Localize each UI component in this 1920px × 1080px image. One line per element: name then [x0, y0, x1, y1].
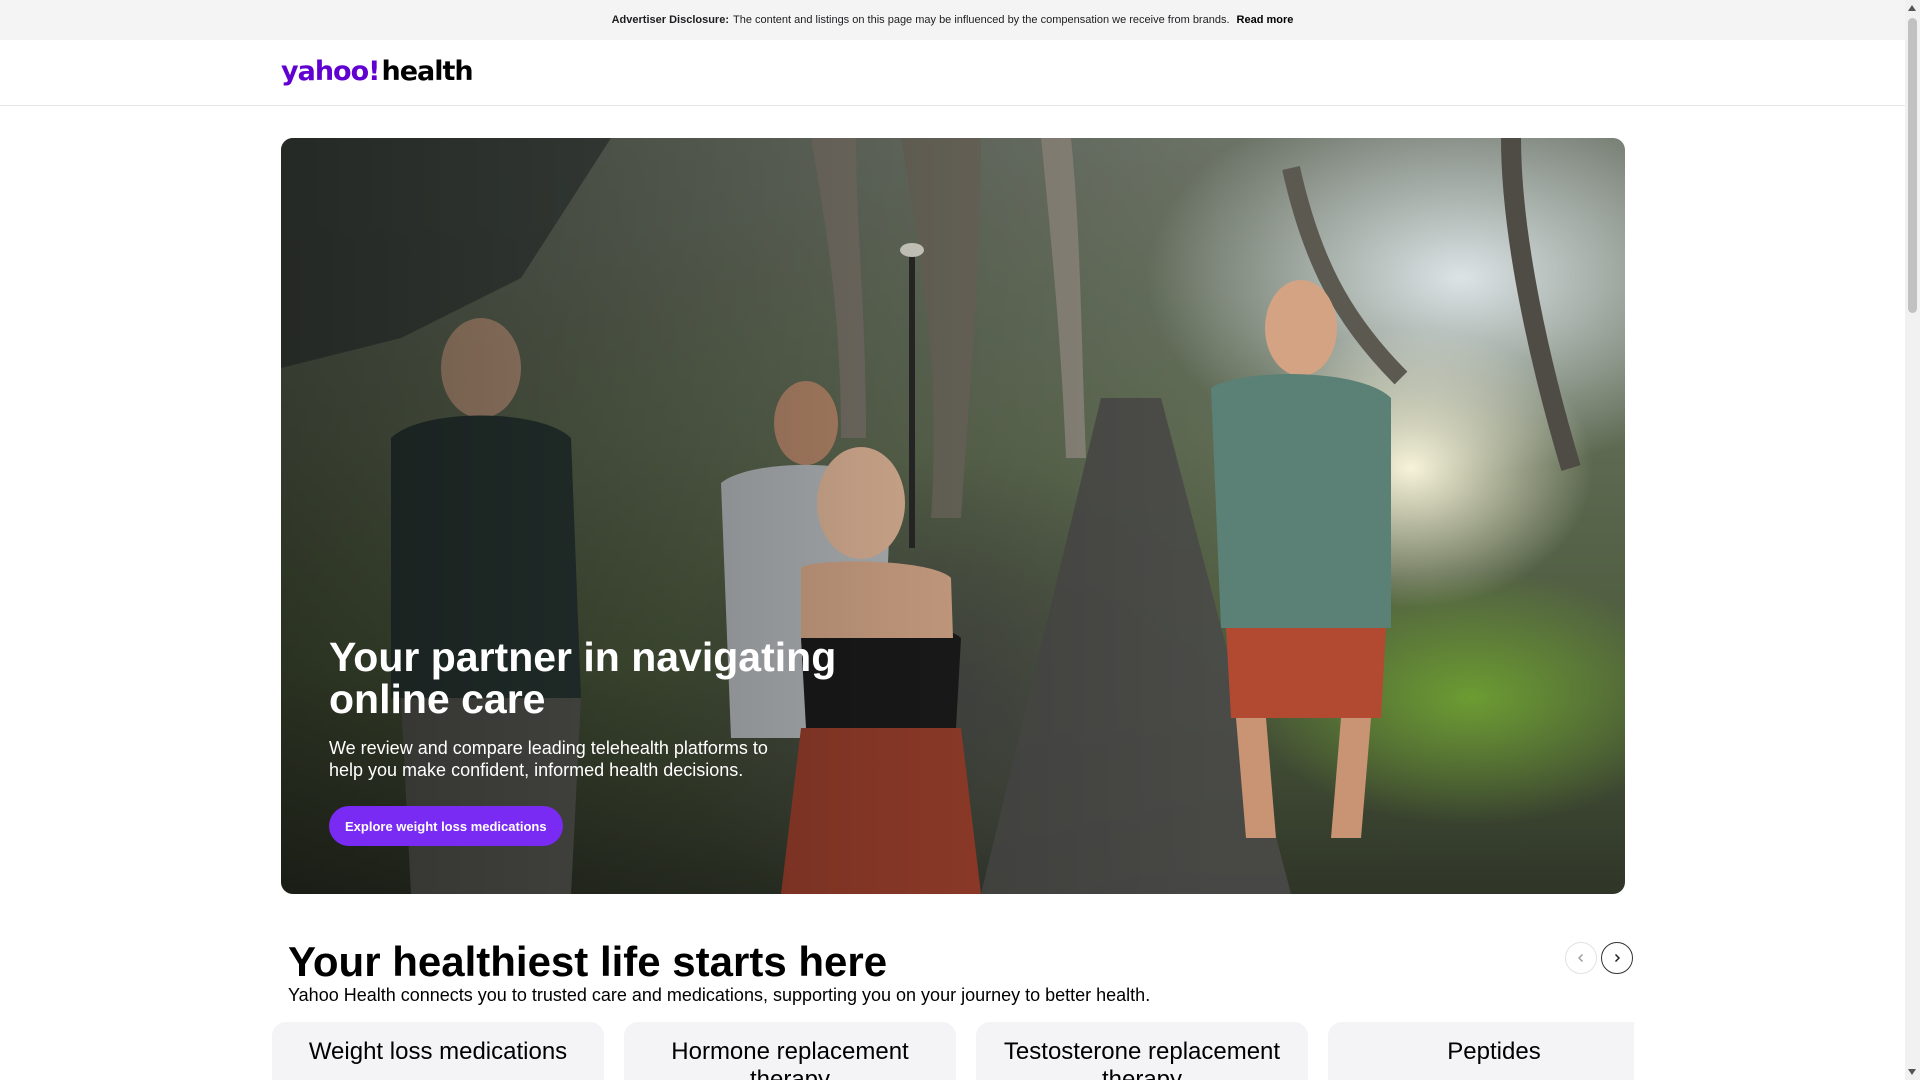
advertiser-disclosure-bar: Advertiser Disclosure: The content and l…	[0, 0, 1905, 40]
logo-section: health	[381, 56, 473, 87]
carousel-prev-button[interactable]	[1565, 942, 1597, 974]
card-label: Hormone replacement therapy	[671, 1038, 909, 1080]
scrollbar-thumb[interactable]	[1908, 18, 1917, 313]
card-label: Peptides	[1447, 1038, 1541, 1065]
hero-title: Your partner in navigating online care	[329, 634, 837, 722]
category-card-testosterone[interactable]: Testosterone replacement therapy	[976, 1022, 1308, 1080]
logo-brand: yahoo!	[281, 56, 380, 87]
section-title: Your healthiest life starts here	[288, 938, 888, 985]
yahoo-health-logo[interactable]: yahoo! health	[281, 56, 474, 90]
chevron-left-icon	[1578, 954, 1583, 962]
card-label: Testosterone replacement therapy	[1003, 1038, 1281, 1080]
carousel-next-button[interactable]	[1601, 942, 1633, 974]
category-carousel: Weight loss medications Hormone replacem…	[272, 1022, 1634, 1080]
category-card-peptides[interactable]: Peptides	[1328, 1022, 1634, 1080]
section-subtitle: Yahoo Health connects you to trusted car…	[288, 985, 1151, 1005]
hero-subtitle: We review and compare leading telehealth…	[329, 738, 768, 780]
read-more-link[interactable]: Read more	[1237, 14, 1294, 26]
page-scrollbar[interactable]	[1905, 0, 1920, 1080]
explore-weight-loss-button[interactable]: Explore weight loss medications	[329, 806, 563, 846]
scroll-down-arrow-icon[interactable]	[1908, 1069, 1916, 1075]
scroll-up-arrow-icon[interactable]	[1908, 5, 1916, 11]
disclosure-label: Advertiser Disclosure:	[611, 14, 729, 26]
disclosure-text: The content and listings on this page ma…	[733, 14, 1230, 26]
category-card-weight-loss[interactable]: Weight loss medications	[272, 1022, 604, 1080]
page: Advertiser Disclosure: The content and l…	[0, 0, 1920, 1080]
card-label: Weight loss medications	[308, 1038, 568, 1065]
chevron-right-icon	[1614, 953, 1621, 963]
hero-banner: Your partner in navigating online care W…	[281, 138, 1625, 894]
category-card-hormone-replacement[interactable]: Hormone replacement therapy	[624, 1022, 956, 1080]
site-header: yahoo! health	[0, 40, 1905, 106]
